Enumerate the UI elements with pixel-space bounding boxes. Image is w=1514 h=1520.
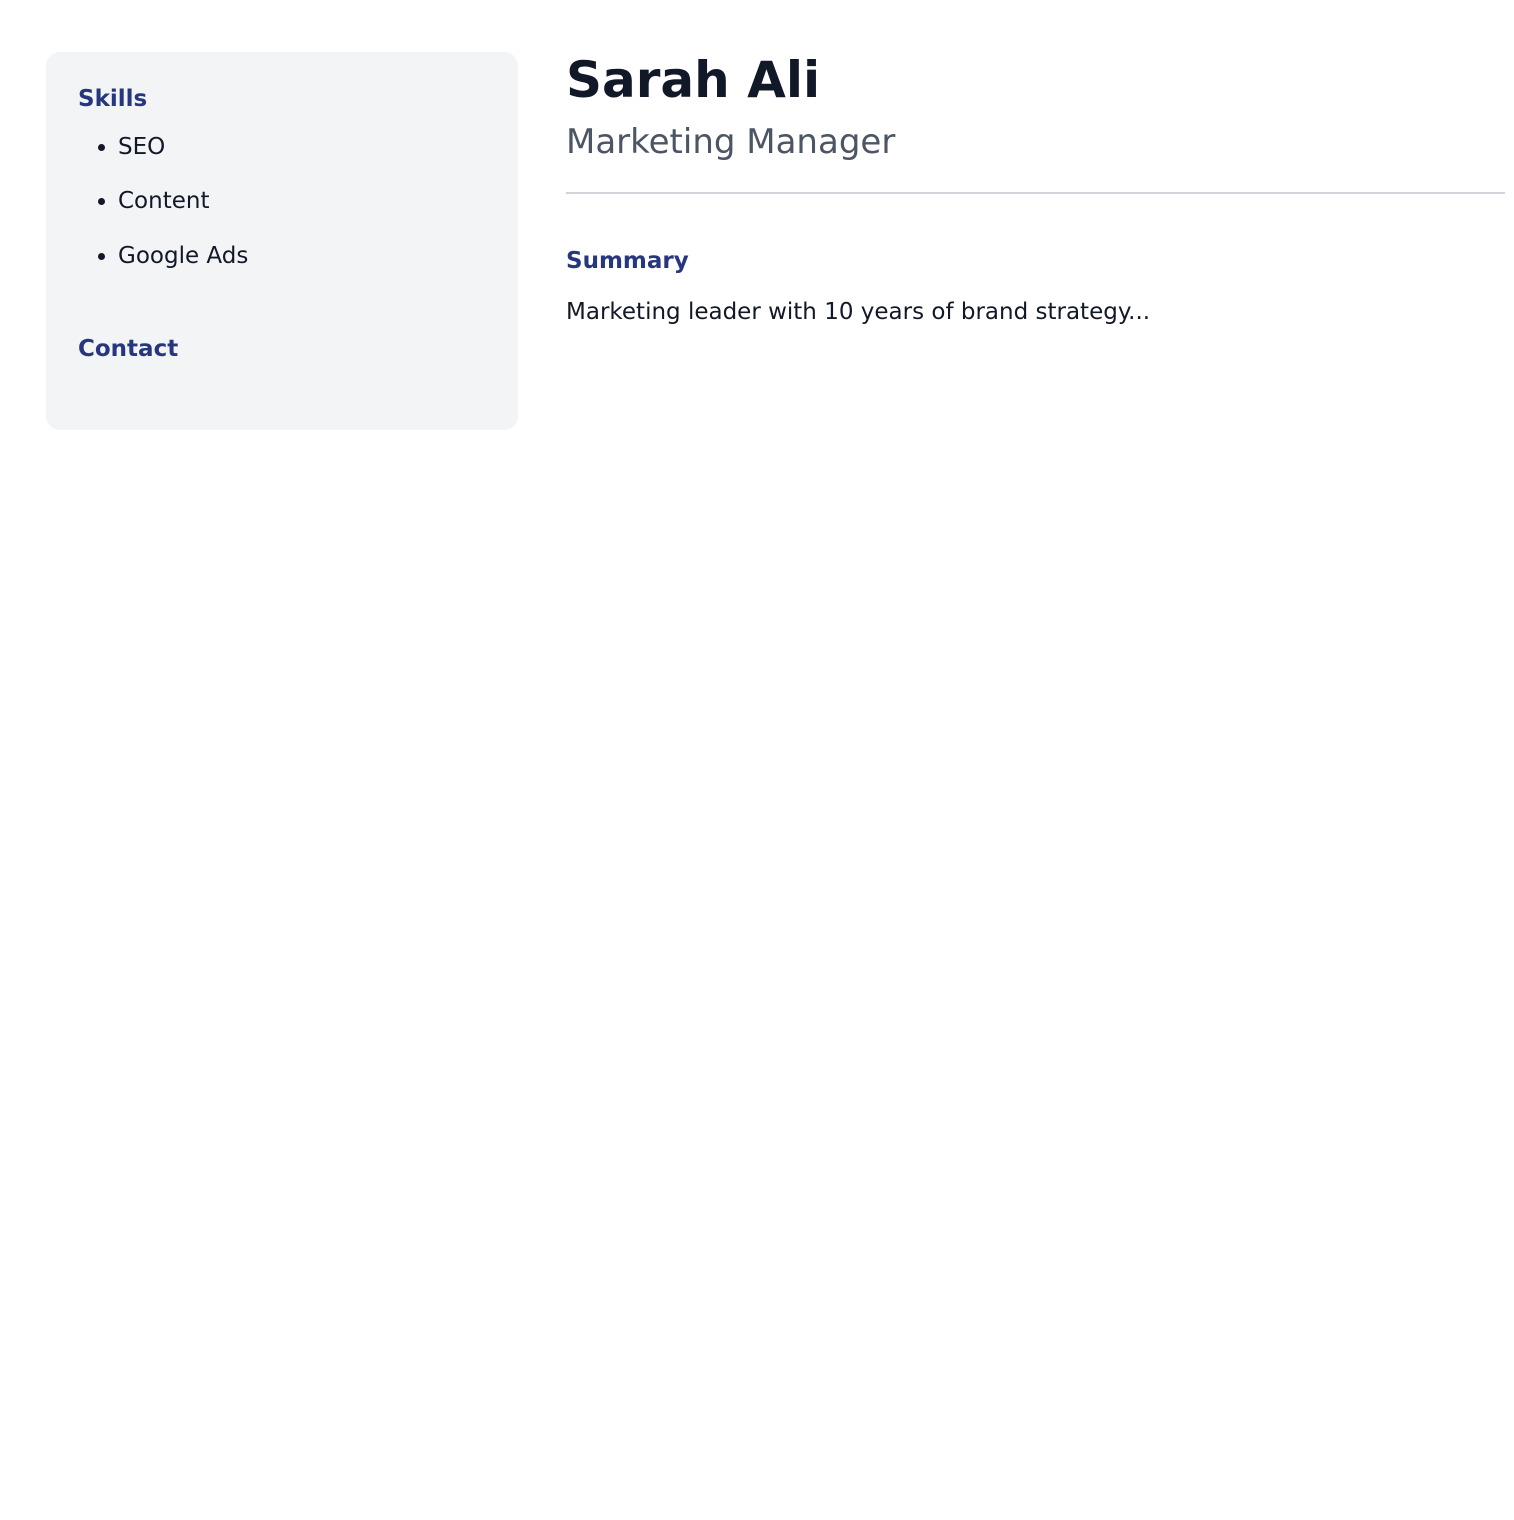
header-divider <box>566 192 1505 194</box>
job-title: Marketing Manager <box>566 122 896 162</box>
main-content: Sarah Ali Marketing Manager Summary Mark… <box>566 52 1505 326</box>
summary-text: Marketing leader with 10 years of brand … <box>566 298 1151 325</box>
sidebar: Skills SEO Content Google Ads Contact <box>46 52 518 430</box>
person-name: Sarah Ali <box>566 51 821 109</box>
skill-item: SEO <box>118 134 486 162</box>
skills-heading: Skills <box>78 86 148 112</box>
summary-heading: Summary <box>566 248 689 274</box>
skill-item: Content <box>118 188 486 216</box>
contact-heading: Contact <box>78 336 179 363</box>
skill-item: Google Ads <box>118 243 486 271</box>
skills-list: SEO Content Google Ads <box>78 134 486 271</box>
